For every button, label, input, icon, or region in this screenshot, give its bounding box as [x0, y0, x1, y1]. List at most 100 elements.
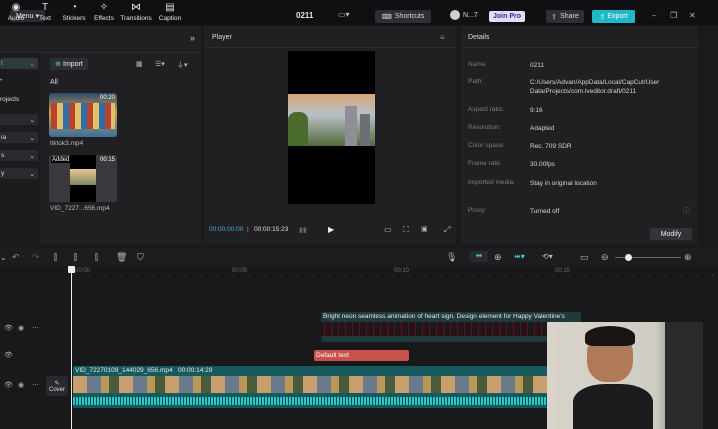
chevron-down-icon: ⌄: [29, 152, 35, 160]
filter-all-label[interactable]: All: [50, 79, 58, 86]
tool-caption[interactable]: ▤ Caption: [155, 3, 185, 23]
thumb-image: [51, 103, 115, 129]
mask-icon[interactable]: ⟲▾: [542, 252, 553, 261]
edit-icon: ✎: [54, 380, 60, 387]
sidebar-item-3[interactable]: s ⌄: [0, 150, 38, 161]
clip-heart-animation[interactable]: Bright neon seamless animation of heart …: [321, 312, 581, 342]
play-icon[interactable]: ▶: [328, 225, 334, 234]
clip-label: VID_72270109_144029_656.mp4 00:00:14:29: [75, 367, 213, 374]
tool-stickers[interactable]: ◔ Stickers: [59, 3, 89, 23]
ratio-icon[interactable]: ▭: [384, 225, 392, 234]
import-label: Import: [63, 60, 83, 68]
detail-value: C:/Users/Advan/AppData/Local/CapCut/User…: [530, 79, 660, 95]
delete-icon[interactable]: 🗑︎: [116, 252, 127, 263]
user-account[interactable]: N...7: [450, 10, 478, 20]
magnet-icon[interactable]: ⇹: [470, 251, 488, 262]
detail-key: Color space:: [468, 142, 505, 149]
tool-label: Audio: [7, 15, 25, 22]
clip-main-video[interactable]: VID_72270109_144029_656.mp4 00:00:14:29: [73, 366, 548, 408]
details-title: Details: [468, 34, 490, 41]
player-menu-icon[interactable]: ≡: [440, 33, 445, 42]
audio-track-icon[interactable]: ◉: [18, 324, 24, 332]
share-button[interactable]: ⇪ Share: [546, 10, 584, 23]
caption-track-icon[interactable]: ▭: [580, 252, 589, 263]
detail-proxy: Proxy: Turned off: [468, 207, 690, 216]
tool-audio[interactable]: ◉ Audio: [1, 3, 31, 23]
crop-icon[interactable]: ⛶: [403, 225, 409, 235]
grid-view-icon[interactable]: ▦: [136, 60, 143, 68]
detail-key: Imported media:: [468, 179, 515, 186]
layout-icon[interactable]: ▭▾: [338, 10, 350, 19]
sidebar-item-local[interactable]: t ⌄: [0, 58, 38, 69]
sidebar-item-4[interactable]: y ⌄: [0, 168, 38, 179]
eye-icon[interactable]: 👁︎: [4, 324, 13, 332]
sidebar-item-1[interactable]: ⌄: [0, 114, 38, 125]
media-thumb-vid[interactable]: Added 00:15: [49, 155, 117, 202]
filter-icon[interactable]: ⏚▾: [177, 60, 188, 70]
cover-button[interactable]: ✎ Cover: [46, 376, 68, 396]
effects-icon: ✧: [99, 2, 109, 13]
clip-default-text[interactable]: Default text: [314, 350, 409, 361]
redo-icon[interactable]: ↷: [32, 252, 40, 263]
sort-icon[interactable]: ☰▾: [155, 60, 165, 68]
fullscreen-icon[interactable]: ⤢: [444, 225, 450, 235]
shirt-shape: [573, 384, 653, 429]
sidebar-item-2[interactable]: ia ⌄: [0, 132, 38, 143]
media-thumb-tiktok3[interactable]: 00:20: [49, 93, 117, 137]
tool-effects[interactable]: ✧ Effects: [89, 2, 119, 23]
playhead-handle[interactable]: [68, 266, 75, 273]
split-left-icon[interactable]: ⫿: [74, 252, 77, 263]
split-icon[interactable]: ⫿: [54, 252, 57, 263]
undo-icon[interactable]: ↶: [12, 252, 20, 263]
tool-label: Effects: [94, 15, 114, 22]
tool-label: Stickers: [62, 15, 86, 22]
clip-frames: [73, 376, 548, 393]
aspect-icon[interactable]: ▣: [421, 225, 428, 233]
mic-icon[interactable]: 🎙︎: [446, 252, 457, 263]
detail-framerate: Frame rate: 30.00fps: [468, 160, 690, 169]
thumb-image: [70, 155, 96, 202]
info-icon[interactable]: ⓘ: [683, 206, 690, 216]
avatar: [450, 10, 460, 20]
chevron-down-icon: ⌄: [29, 116, 35, 124]
more-tools-icon[interactable]: »: [190, 33, 195, 43]
split-right-icon[interactable]: ⫿: [95, 252, 98, 263]
shortcuts-button[interactable]: ⌨ Shortcuts: [375, 10, 431, 23]
thumb-frame: [70, 169, 96, 185]
minimize-icon[interactable]: –: [652, 11, 656, 20]
more-icon[interactable]: ⋯: [32, 381, 39, 389]
select-icon[interactable]: ⌄: [0, 253, 7, 262]
tool-transitions[interactable]: ⋈ Transitions: [120, 3, 152, 23]
export-icon: ⇧: [599, 13, 606, 21]
tick-label: 00:10: [394, 268, 410, 274]
zoom-in-icon[interactable]: ⊕: [684, 252, 692, 263]
zoom-out-icon[interactable]: ⊖: [601, 252, 609, 263]
project-title: 0211: [296, 11, 314, 20]
join-pro-button[interactable]: Join Pro: [489, 11, 525, 22]
ruler: [72, 275, 718, 276]
audio-track-icon[interactable]: ◉: [18, 381, 24, 389]
maximize-icon[interactable]: ❐: [670, 11, 677, 20]
detail-value: 0211: [530, 62, 544, 69]
preview-canvas[interactable]: [288, 51, 375, 204]
modify-button[interactable]: Modify: [650, 228, 692, 240]
zoom-slider-handle[interactable]: [625, 254, 632, 261]
sidebar-item-projects[interactable]: rojects: [0, 96, 19, 103]
more-icon[interactable]: ⋯: [32, 324, 39, 332]
export-label: Export: [607, 13, 628, 20]
eye-icon[interactable]: 👁︎: [4, 381, 13, 389]
playhead[interactable]: [71, 266, 72, 429]
export-button[interactable]: ⇧ Export: [592, 10, 635, 23]
detail-key: Aspect ratio:: [468, 106, 505, 113]
eye-icon[interactable]: 👁︎: [4, 351, 13, 359]
import-button[interactable]: ⊕ Import: [50, 58, 88, 70]
sidebar-dot: •: [0, 77, 3, 84]
tick-label: 00:00: [75, 268, 91, 274]
tool-text[interactable]: T Text: [30, 3, 60, 23]
sidebar-item-label: y: [1, 170, 5, 177]
shield-icon[interactable]: ⛉: [137, 252, 144, 263]
added-badge: Added: [51, 157, 71, 163]
link-icon[interactable]: ⊕: [494, 252, 502, 263]
preview-axis-icon[interactable]: ⇹▾: [514, 252, 525, 261]
close-icon[interactable]: ✕: [689, 11, 696, 20]
